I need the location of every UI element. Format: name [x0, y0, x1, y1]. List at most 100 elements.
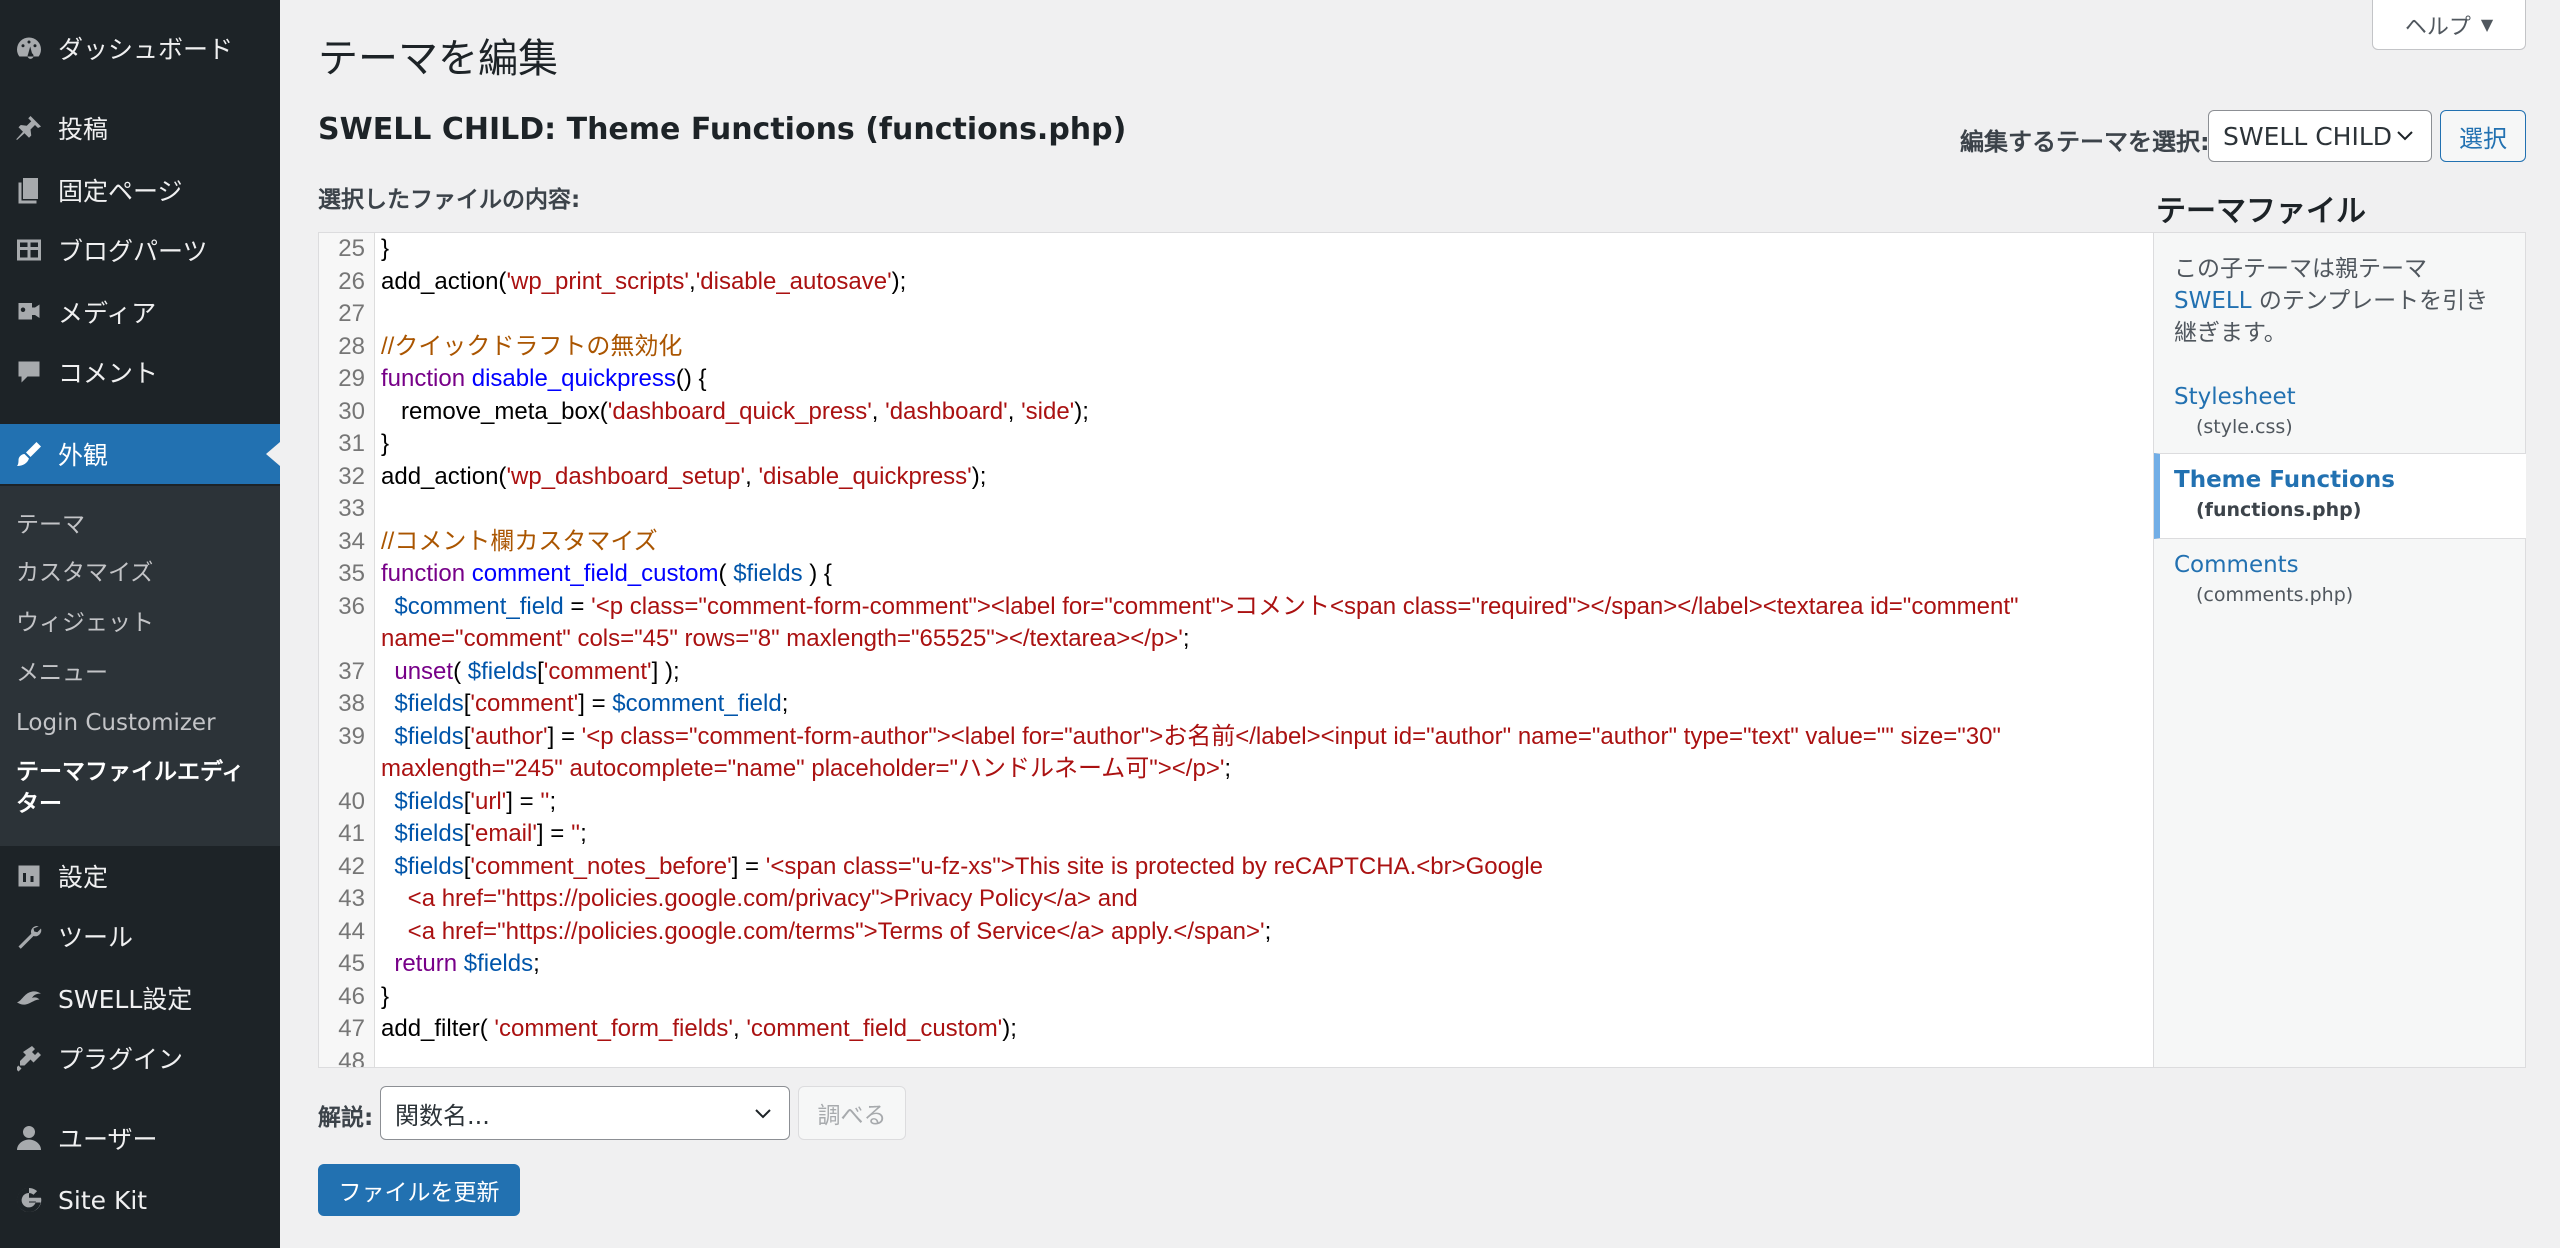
menu-settings-label: 設定 — [58, 863, 109, 892]
line-content: add_action('wp_dashboard_setup', 'disabl… — [375, 461, 2153, 494]
function-docs-select[interactable]: 関数名... — [380, 1086, 790, 1140]
menu-users[interactable]: ユーザー — [0, 1108, 280, 1168]
code-line: 26 add_action('wp_print_scripts','disable… — [319, 266, 2153, 299]
submenu-menus[interactable]: メニュー — [16, 656, 108, 690]
update-file-button[interactable]: ファイルを更新 — [318, 1164, 520, 1216]
parent-note-text-before: この子テーマは親テーマ — [2174, 256, 2427, 282]
menu-dashboard-label: ダッシュボード — [58, 35, 234, 64]
line-content: } — [375, 428, 2153, 461]
admin-sidebar: ダッシュボード 投稿 固定ページ ブログパーツ メディア コメント 外観 テーマ… — [0, 0, 280, 1248]
code-token: , — [732, 1015, 747, 1042]
code-token: ( — [718, 560, 734, 587]
code-token: 'disable_autosave' — [695, 267, 892, 295]
submenu-theme-file-editor[interactable]: テーマファイルエディター — [16, 756, 266, 820]
parent-theme-link[interactable]: SWELL — [2174, 288, 2252, 314]
line-number: 31 — [338, 430, 365, 457]
code-token: $fields — [394, 852, 464, 880]
select-theme-button[interactable]: 選択 — [2440, 110, 2526, 162]
file-item-theme-functions[interactable]: Theme Functions (functions.php) — [2154, 453, 2526, 539]
code-token: $comment_field — [612, 690, 782, 717]
menu-plugins[interactable]: プラグイン — [0, 1028, 280, 1088]
line-number: 39 — [338, 722, 365, 750]
code-token: 'comment_notes_before' — [470, 852, 732, 880]
menu-tools[interactable]: ツール — [0, 906, 280, 966]
code-token: $comment_field — [394, 592, 564, 620]
line-number: 38 — [338, 690, 365, 717]
code-token: ; — [1264, 917, 1272, 945]
file-item-comments[interactable]: Comments (comments.php) — [2154, 549, 2526, 609]
menu-pages[interactable]: 固定ページ — [0, 160, 280, 220]
chevron-down-icon — [755, 1109, 771, 1119]
line-content: } — [375, 233, 2153, 266]
line-content: remove_meta_box('dashboard_quick_press',… — [375, 396, 2153, 429]
line-number: 47 — [338, 1015, 365, 1042]
code-token: add_action( — [381, 462, 507, 490]
code-token: ; — [580, 820, 587, 847]
menu-swell-settings-label: SWELL設定 — [58, 985, 193, 1014]
chevron-down-icon — [2397, 131, 2413, 141]
menu-comments-label: コメント — [58, 359, 159, 388]
lookup-button[interactable]: 調べる — [798, 1086, 906, 1140]
menu-posts[interactable]: 投稿 — [0, 98, 280, 158]
line-number: 26 — [338, 267, 365, 295]
file-path: (comments.php) — [2196, 584, 2354, 606]
code-token: add_filter( — [381, 1015, 495, 1042]
line-number: 42 — [338, 852, 365, 880]
theme-files-heading: テーマファイル — [2156, 194, 2366, 229]
menu-site-kit-label: Site Kit — [58, 1185, 148, 1215]
line-number: 43 — [338, 885, 365, 912]
code-line: 43 <a href="https://policies.google.com/… — [319, 883, 2153, 916]
theme-select[interactable]: SWELL CHILD — [2208, 110, 2432, 162]
code-line: 48 ​ — [319, 1046, 2153, 1068]
code-line: 30 remove_meta_box('dashboard_quick_pres… — [319, 396, 2153, 429]
code-token: 'dashboard' — [885, 397, 1008, 425]
line-number: 35 — [338, 560, 365, 587]
menu-site-kit[interactable]: Site Kit — [0, 1170, 280, 1230]
code-token: $fields — [467, 657, 538, 685]
media-icon — [0, 297, 58, 327]
file-item-stylesheet[interactable]: Stylesheet (style.css) — [2154, 381, 2526, 441]
line-content: function disable_quickpress() { — [375, 363, 2153, 396]
line-number: 40 — [338, 787, 365, 815]
menu-users-label: ユーザー — [58, 1125, 158, 1154]
file-heading: SWELL CHILD: Theme Functions (functions.… — [318, 112, 1127, 147]
menu-appearance[interactable]: 外観 — [0, 424, 280, 484]
code-token: //コメント欄カスタマイズ — [381, 527, 658, 555]
submenu-widgets[interactable]: ウィジェット — [16, 606, 154, 640]
code-token: () { — [675, 365, 707, 392]
code-token: [ — [537, 657, 544, 685]
submenu-login-customizer[interactable]: Login Customizer — [16, 706, 216, 740]
help-tab-button[interactable]: ヘルプ ▼ — [2372, 0, 2526, 50]
code-line: 29 function disable_quickpress() { — [319, 363, 2153, 396]
menu-blog-parts[interactable]: ブログパーツ — [0, 220, 280, 280]
code-editor[interactable]: 25} 26 add_action('wp_print_scripts','disa… — [318, 232, 2154, 1068]
line-content: $comment_field = '<p class="comment-form… — [375, 591, 2153, 656]
menu-dashboard[interactable]: ダッシュボード — [0, 18, 280, 78]
code-token: 'url' — [470, 787, 507, 815]
line-content: <a href="https://policies.google.com/pri… — [375, 883, 2153, 916]
code-token: $fields — [394, 820, 464, 847]
file-path: (style.css) — [2196, 416, 2293, 438]
menu-settings[interactable]: 設定 — [0, 846, 280, 906]
dashboard-icon — [0, 33, 58, 63]
pushpin-icon — [0, 113, 58, 143]
code-token: ); — [891, 267, 907, 295]
code-token: , — [745, 462, 759, 490]
line-number: 45 — [338, 950, 365, 977]
menu-media[interactable]: メディア — [0, 282, 280, 342]
submenu-customize[interactable]: カスタマイズ — [16, 556, 153, 590]
code-line: 32 add_action('wp_dashboard_setup', 'disa… — [319, 461, 2153, 494]
code-token: 'wp_print_scripts' — [506, 267, 690, 295]
menu-comments[interactable]: コメント — [0, 342, 280, 402]
submenu-themes[interactable]: テーマ — [16, 508, 85, 542]
menu-swell-settings[interactable]: SWELL設定 — [0, 968, 280, 1028]
code-token: ] = — [506, 787, 541, 815]
